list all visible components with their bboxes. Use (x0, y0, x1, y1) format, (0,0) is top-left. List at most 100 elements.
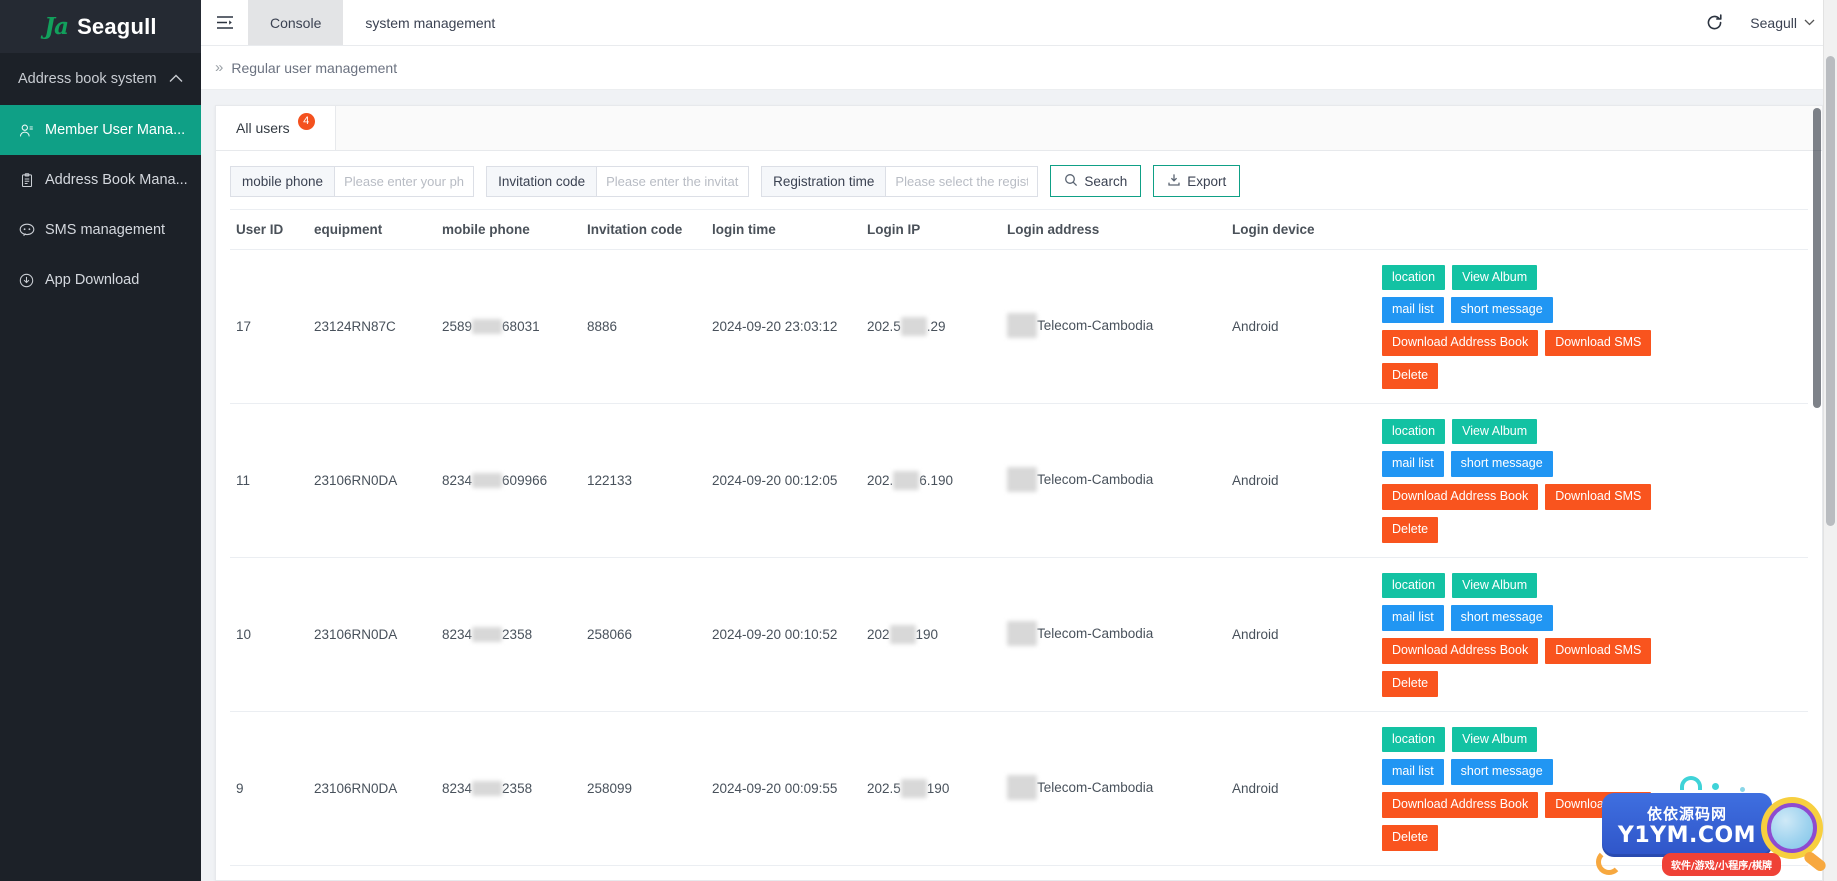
users-table: User ID equipment mobile phone Invitatio… (230, 209, 1808, 866)
search-input-registration-time[interactable] (885, 165, 1039, 197)
download-sms-button[interactable]: Download SMS (1545, 792, 1652, 818)
mail-list-button[interactable]: mail list (1382, 297, 1444, 323)
sidebar-item-address-book-management[interactable]: Address Book Mana... (0, 155, 201, 205)
redacted-region (1007, 466, 1037, 492)
top-bar: Console system management Seagull (201, 0, 1837, 46)
message-icon (18, 223, 35, 237)
download-sms-button[interactable]: Download SMS (1545, 484, 1652, 510)
short-message-button[interactable]: short message (1450, 605, 1553, 631)
redacted-region (472, 473, 503, 488)
brand-logo[interactable]: Ja Seagull (0, 0, 201, 53)
filter-label-registration-time: Registration time (761, 165, 886, 197)
redacted-region (1007, 620, 1037, 646)
download-address-book-button[interactable]: Download Address Book (1382, 484, 1539, 510)
cell-actions: location View Album mail list short message… (1376, 711, 1808, 866)
cell-login-time: 2024-09-20 00:10:52 (706, 557, 861, 712)
export-button[interactable]: Export (1153, 165, 1241, 197)
cell-actions: location View Album mail list short message… (1376, 403, 1808, 558)
column-header-user-id: User ID (230, 209, 308, 250)
panel-tabstrip: All users 4 (216, 106, 1822, 151)
sidebar-item-label: App Download (45, 272, 140, 288)
status-badge: 4 (297, 112, 315, 130)
column-header-login-time: login time (706, 209, 861, 250)
column-header-actions (1376, 209, 1808, 250)
view-album-button[interactable]: View Album (1452, 726, 1538, 753)
table-header-row: User ID equipment mobile phone Invitatio… (230, 209, 1808, 250)
search-input-invitation-code[interactable] (596, 165, 750, 197)
top-tab-console[interactable]: Console (248, 0, 344, 45)
refresh-icon[interactable] (1705, 13, 1724, 32)
cell-user-id: 10 (230, 557, 308, 712)
tab-label: All users (236, 120, 290, 136)
table-row: 11 23106RN0DA 8234 609966 122133 2024-09-20 0… (230, 403, 1808, 558)
top-tab-label: system management (365, 14, 496, 31)
download-address-book-button[interactable]: Download Address Book (1382, 638, 1539, 664)
download-sms-button[interactable]: Download SMS (1545, 330, 1652, 356)
short-message-button[interactable]: short message (1450, 297, 1553, 323)
redacted-region (889, 625, 916, 644)
view-album-button[interactable]: View Album (1452, 418, 1538, 445)
export-icon (1167, 173, 1181, 190)
view-album-button[interactable]: View Album (1452, 572, 1538, 599)
search-button[interactable]: Search (1050, 165, 1142, 197)
location-button[interactable]: location (1382, 418, 1446, 445)
redacted-region (472, 781, 503, 796)
users-card: All users 4 mobile phone Invitation code (215, 105, 1823, 881)
cell-login-ip: 202 190 (861, 557, 1001, 712)
main-area: Console system management Seagull » Regu… (201, 0, 1837, 881)
delete-button[interactable]: Delete (1382, 824, 1439, 851)
location-button[interactable]: location (1382, 264, 1446, 291)
cell-invitation-code: 258099 (581, 711, 706, 866)
download-sms-button[interactable]: Download SMS (1545, 638, 1652, 664)
brand-name: Seagull (77, 13, 157, 39)
page-scrollbar-thumb[interactable] (1826, 56, 1835, 526)
sidebar-group-address-book-system[interactable]: Address book system (0, 53, 201, 105)
download-circle-icon (18, 273, 35, 288)
column-header-login-ip: Login IP (861, 209, 1001, 250)
mail-list-button[interactable]: mail list (1382, 759, 1444, 785)
redacted-region (900, 779, 927, 798)
mail-list-button[interactable]: mail list (1382, 451, 1444, 477)
users-table-wrapper: User ID equipment mobile phone Invitatio… (216, 209, 1822, 866)
sidebar-item-member-user-management[interactable]: Member User Mana... (0, 105, 201, 155)
sidebar-item-label: SMS management (45, 222, 166, 238)
delete-button[interactable]: Delete (1382, 670, 1439, 697)
delete-button[interactable]: Delete (1382, 362, 1439, 389)
user-menu[interactable]: Seagull (1750, 15, 1815, 31)
column-header-login-address: Login address (1001, 209, 1226, 250)
search-input-phone[interactable] (334, 165, 475, 197)
download-address-book-button[interactable]: Download Address Book (1382, 330, 1539, 356)
redacted-region (472, 319, 503, 334)
sidebar-item-app-download[interactable]: App Download (0, 255, 201, 305)
content-scrollbar-thumb[interactable] (1813, 108, 1821, 408)
short-message-button[interactable]: short message (1450, 451, 1553, 477)
short-message-button[interactable]: short message (1450, 759, 1553, 785)
content-area: All users 4 mobile phone Invitation code (201, 90, 1837, 881)
sidebar-item-sms-management[interactable]: SMS management (0, 205, 201, 255)
cell-login-ip: 202.5.29 (861, 249, 1001, 404)
tab-all-users[interactable]: All users 4 (216, 106, 336, 150)
content-scrollbar[interactable] (1813, 108, 1821, 808)
top-tab-system-management[interactable]: system management (343, 0, 517, 45)
cell-mobile-phone: 8234 2358 (436, 711, 581, 866)
redacted-region (1007, 312, 1037, 338)
delete-button[interactable]: Delete (1382, 516, 1439, 543)
filter-invitation-code: Invitation code (486, 165, 750, 197)
cell-login-address: Telecom-Cambodia (1001, 249, 1226, 404)
view-album-button[interactable]: View Album (1452, 264, 1538, 291)
hamburger-icon[interactable] (201, 0, 248, 45)
table-row: 17 23124RN87C 2589 68031 8886 2024-09-20 23:0… (230, 249, 1808, 404)
cell-invitation-code: 8886 (581, 249, 706, 404)
mail-list-button[interactable]: mail list (1382, 605, 1444, 631)
redacted-region (472, 627, 503, 642)
location-button[interactable]: location (1382, 572, 1446, 599)
cell-mobile-phone: 8234 609966 (436, 403, 581, 558)
redacted-region (900, 317, 927, 336)
download-address-book-button[interactable]: Download Address Book (1382, 792, 1539, 818)
export-button-label: Export (1187, 173, 1227, 189)
cell-equipment: 23106RN0DA (308, 557, 436, 712)
location-button[interactable]: location (1382, 726, 1446, 753)
cell-login-time: 2024-09-20 00:09:55 (706, 711, 861, 866)
page-scrollbar[interactable] (1823, 0, 1837, 881)
cell-login-address: Telecom-Cambodia (1001, 403, 1226, 558)
